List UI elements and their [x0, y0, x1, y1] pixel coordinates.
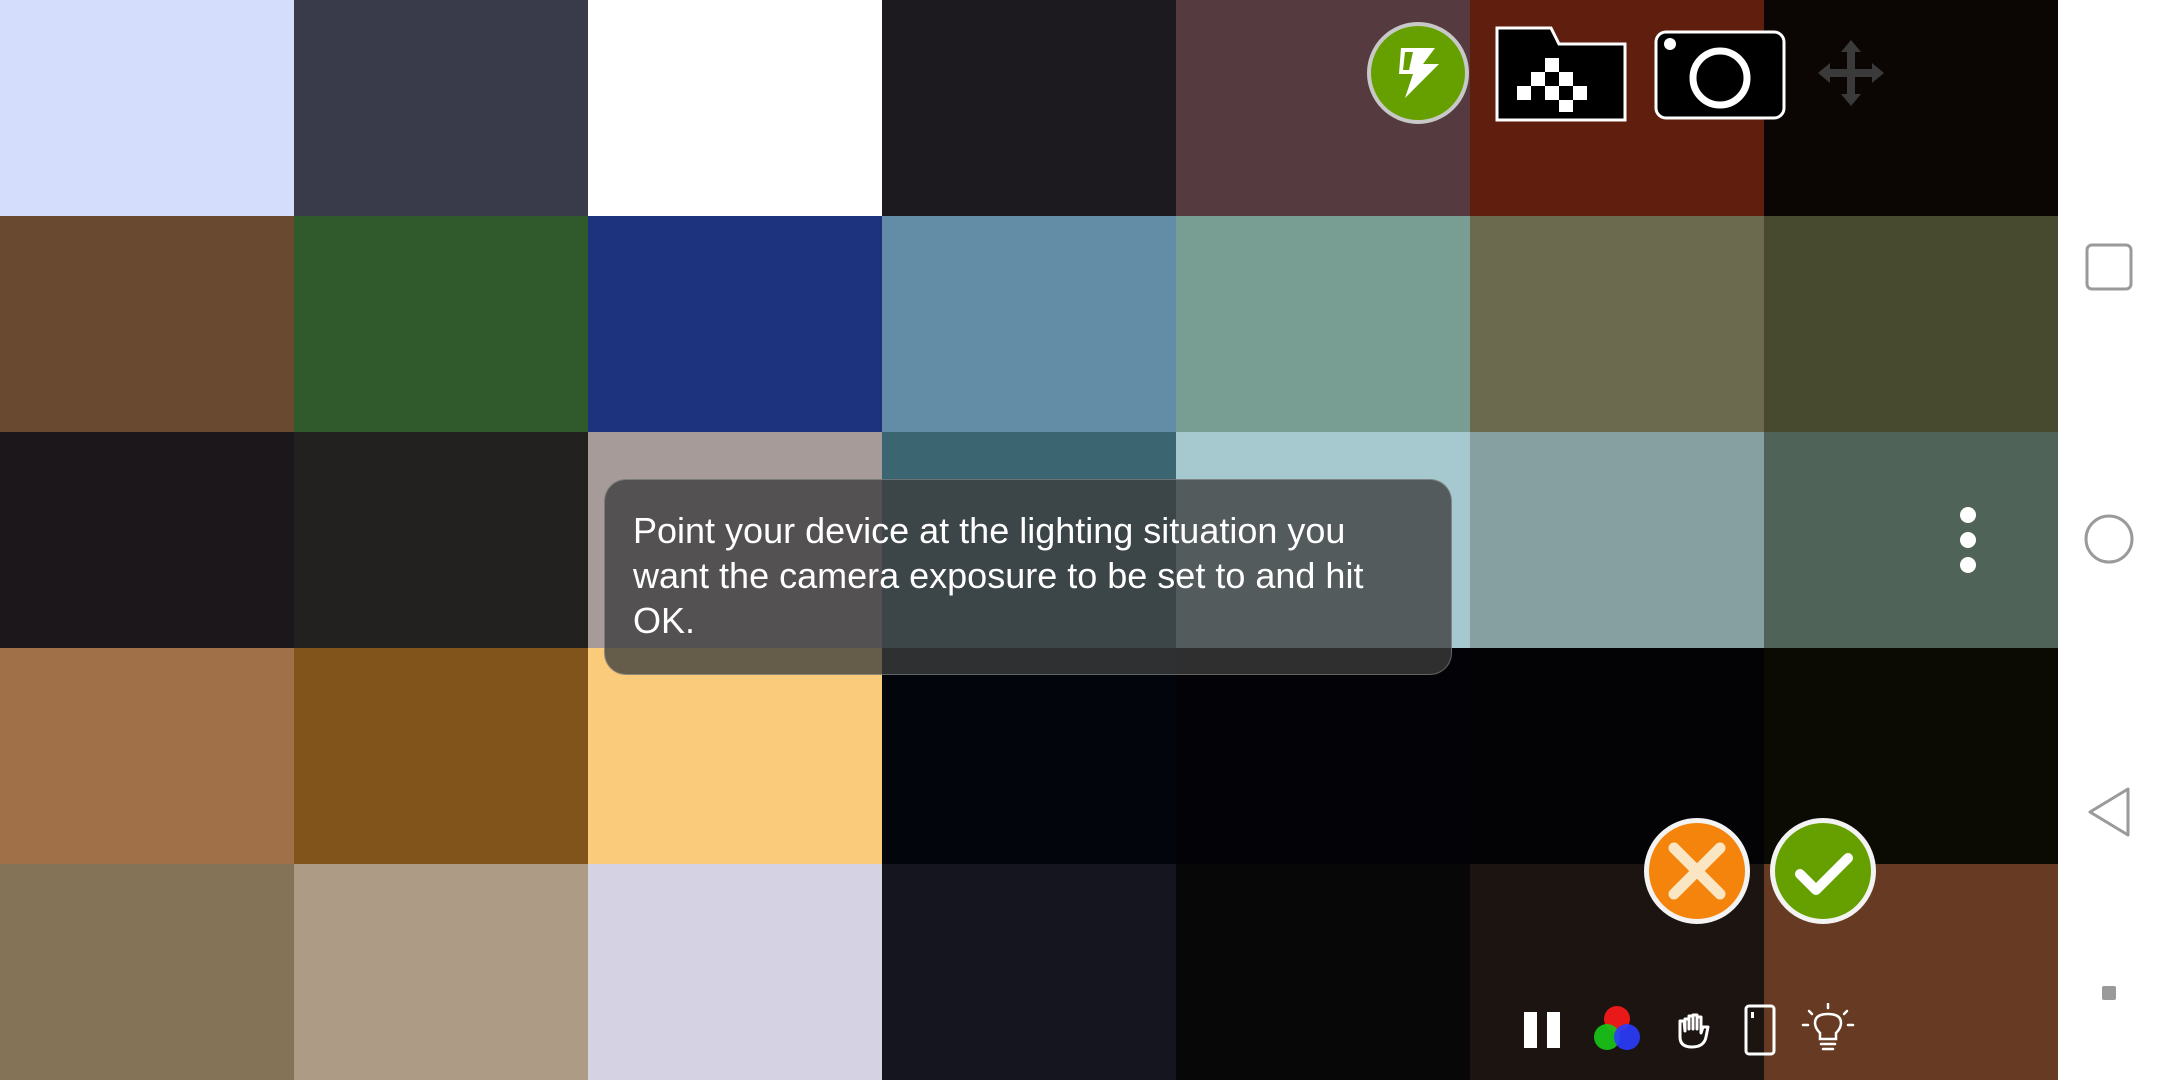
home-icon [2084, 514, 2134, 564]
color-swatch [0, 432, 294, 648]
color-swatch [0, 864, 294, 1080]
exposure-lock-button[interactable] [1367, 22, 1469, 124]
color-swatch [1176, 864, 1470, 1080]
home-button[interactable] [2058, 488, 2160, 590]
color-swatch [588, 648, 882, 864]
color-swatch [294, 432, 588, 648]
orientation-button[interactable] [1730, 1000, 1790, 1060]
exposure-lock-icon [1399, 48, 1439, 98]
move-button[interactable] [1818, 40, 1884, 106]
assistant-dot-icon [2102, 986, 2116, 1000]
color-swatch [1764, 0, 2058, 216]
light-bulb-icon [1801, 1003, 1855, 1051]
move-icon [1818, 40, 1884, 106]
color-swatch [1764, 432, 2058, 648]
overflow-menu-button[interactable] [1940, 500, 1996, 580]
recent-apps-icon [2085, 243, 2133, 291]
pause-button[interactable] [1512, 1000, 1572, 1060]
rgb-color-icon [1594, 1006, 1640, 1050]
recent-apps-button[interactable] [2058, 216, 2160, 318]
color-swatch [1470, 216, 1764, 432]
light-button[interactable] [1798, 1000, 1858, 1060]
color-swatch [1176, 648, 1470, 864]
color-swatch [882, 216, 1176, 432]
assistant-button[interactable] [2058, 942, 2160, 1044]
camera-icon [1654, 30, 1786, 120]
instruction-text: Point your device at the lighting situat… [633, 510, 1364, 641]
color-swatch [882, 0, 1176, 216]
more-vert-icon [1960, 507, 1976, 573]
instruction-toast: Point your device at the lighting situat… [604, 479, 1452, 675]
color-swatch [0, 0, 294, 216]
hand-button[interactable] [1663, 1000, 1723, 1060]
color-swatch [294, 864, 588, 1080]
color-swatch [0, 648, 294, 864]
cancel-button[interactable] [1644, 818, 1750, 924]
color-swatch [588, 864, 882, 1080]
phone-icon [1744, 1004, 1776, 1056]
color-swatch [882, 648, 1176, 864]
color-swatch [0, 216, 294, 432]
system-navigation-bar [2058, 0, 2160, 1080]
close-icon [1668, 842, 1726, 900]
color-swatch [294, 648, 588, 864]
ok-button[interactable] [1770, 818, 1876, 924]
rgb-color-button[interactable] [1587, 1000, 1647, 1060]
pause-icon [1524, 1012, 1560, 1048]
check-icon [1795, 853, 1853, 895]
folder-icon [1495, 26, 1627, 122]
camera-button[interactable] [1654, 30, 1786, 120]
color-swatch [294, 0, 588, 216]
back-icon [2088, 787, 2130, 837]
color-swatch [882, 864, 1176, 1080]
hand-icon [1678, 1013, 1710, 1049]
color-swatch [1176, 216, 1470, 432]
color-swatch [294, 216, 588, 432]
back-button[interactable] [2058, 761, 2160, 863]
color-swatch [1470, 432, 1764, 648]
color-swatch [588, 216, 882, 432]
folder-button[interactable] [1495, 24, 1627, 122]
color-swatch [588, 0, 882, 216]
color-swatch [1764, 216, 2058, 432]
